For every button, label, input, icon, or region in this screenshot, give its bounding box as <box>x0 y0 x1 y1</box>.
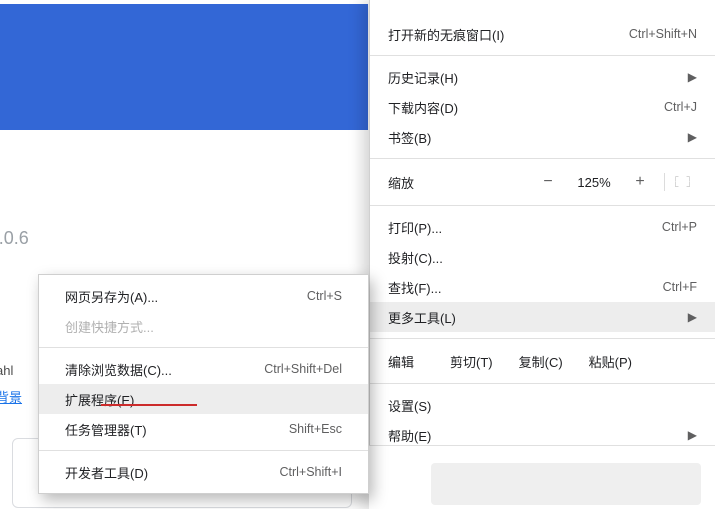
submenu-item-dev-tools[interactable]: 开发者工具(D) Ctrl+Shift+I <box>39 457 368 487</box>
menu-item-downloads[interactable]: 下载内容(D) Ctrl+J <box>370 92 715 122</box>
menu-separator <box>370 338 715 339</box>
menu-item-zoom: 缩放 − 125% + ┌ ┐└ ┘ <box>370 165 715 199</box>
menu-accel: Ctrl+P <box>607 220 697 234</box>
menu-item-edit: 编辑 剪切(T) 复制(C) 粘贴(P) <box>370 345 715 377</box>
chevron-right-icon: ▶ <box>678 130 697 144</box>
menu-label: 书签(B) <box>388 128 431 147</box>
extension-version: 1.0.6 <box>0 228 29 249</box>
menu-label: 打印(P)... <box>388 218 442 237</box>
menu-label: 投射(C)... <box>388 248 443 267</box>
submenu-item-task-manager[interactable]: 任务管理器(T) Shift+Esc <box>39 414 368 444</box>
menu-item-partial-top[interactable] <box>370 3 715 19</box>
extension-id-fragment: ahl <box>0 363 13 378</box>
zoom-divider <box>664 173 665 191</box>
inspect-view-link[interactable]: 背景 <box>0 387 22 406</box>
extension-title-row: er Awesome 1.0.6 <box>0 228 29 249</box>
edit-cut-button[interactable]: 剪切(T) <box>450 352 493 371</box>
submenu-item-create-shortcut: 创建快捷方式... <box>39 311 368 341</box>
menu-item-incognito[interactable]: 打开新的无痕窗口(I) Ctrl+Shift+N <box>370 19 715 49</box>
submenu-item-save-as[interactable]: 网页另存为(A)... Ctrl+S <box>39 281 368 311</box>
menu-item-bookmarks[interactable]: 书签(B) ▶ <box>370 122 715 152</box>
fullscreen-icon[interactable]: ┌ ┐└ ┘ <box>671 172 697 192</box>
chevron-right-icon: ▶ <box>678 310 697 324</box>
menu-accel: Ctrl+F <box>607 280 697 294</box>
edit-copy-button[interactable]: 复制(C) <box>519 352 563 371</box>
menu-separator <box>370 205 715 206</box>
menu-label: 打开新的无痕窗口(I) <box>388 25 504 44</box>
menu-label: 更多工具(L) <box>388 308 456 327</box>
submenu-item-clear-data[interactable]: 清除浏览数据(C)... Ctrl+Shift+Del <box>39 354 368 384</box>
menu-label: 查找(F)... <box>388 278 441 297</box>
menu-label: 设置(S) <box>388 396 431 415</box>
zoom-percent: 125% <box>566 175 622 190</box>
menu-separator <box>39 347 368 348</box>
chrome-main-menu: 打开新的无痕窗口(I) Ctrl+Shift+N 历史记录(H) ▶ 下载内容(… <box>369 0 715 509</box>
menu-item-more-tools[interactable]: 更多工具(L) ▶ <box>370 302 715 332</box>
zoom-in-button[interactable]: + <box>622 173 658 191</box>
menu-separator <box>370 383 715 384</box>
menu-separator <box>39 450 368 451</box>
chevron-right-icon: ▶ <box>678 428 697 442</box>
edit-paste-button[interactable]: 粘贴(P) <box>589 352 632 371</box>
menu-label: 下载内容(D) <box>388 98 458 117</box>
submenu-item-extensions[interactable]: 扩展程序(E) <box>39 384 368 414</box>
more-tools-submenu: 网页另存为(A)... Ctrl+S 创建快捷方式... 清除浏览数据(C)..… <box>38 274 369 494</box>
chevron-right-icon: ▶ <box>678 70 697 84</box>
page-header-bar <box>0 0 368 130</box>
zoom-label: 缩放 <box>388 173 444 192</box>
menu-accel: Ctrl+J <box>607 100 697 114</box>
menu-separator <box>370 158 715 159</box>
page-scroll-area <box>431 463 701 505</box>
annotation-underline <box>101 404 197 406</box>
menu-item-find[interactable]: 查找(F)... Ctrl+F <box>370 272 715 302</box>
menu-item-cast[interactable]: 投射(C)... <box>370 242 715 272</box>
menu-item-settings[interactable]: 设置(S) <box>370 390 715 420</box>
zoom-out-button[interactable]: − <box>530 173 566 191</box>
menu-item-print[interactable]: 打印(P)... Ctrl+P <box>370 212 715 242</box>
menu-separator <box>370 55 715 56</box>
menu-item-history[interactable]: 历史记录(H) ▶ <box>370 62 715 92</box>
edit-label: 编辑 <box>388 352 424 371</box>
menu-label: 帮助(E) <box>388 426 431 445</box>
menu-accel: Ctrl+Shift+N <box>607 27 697 41</box>
menu-label: 历史记录(H) <box>388 68 458 87</box>
